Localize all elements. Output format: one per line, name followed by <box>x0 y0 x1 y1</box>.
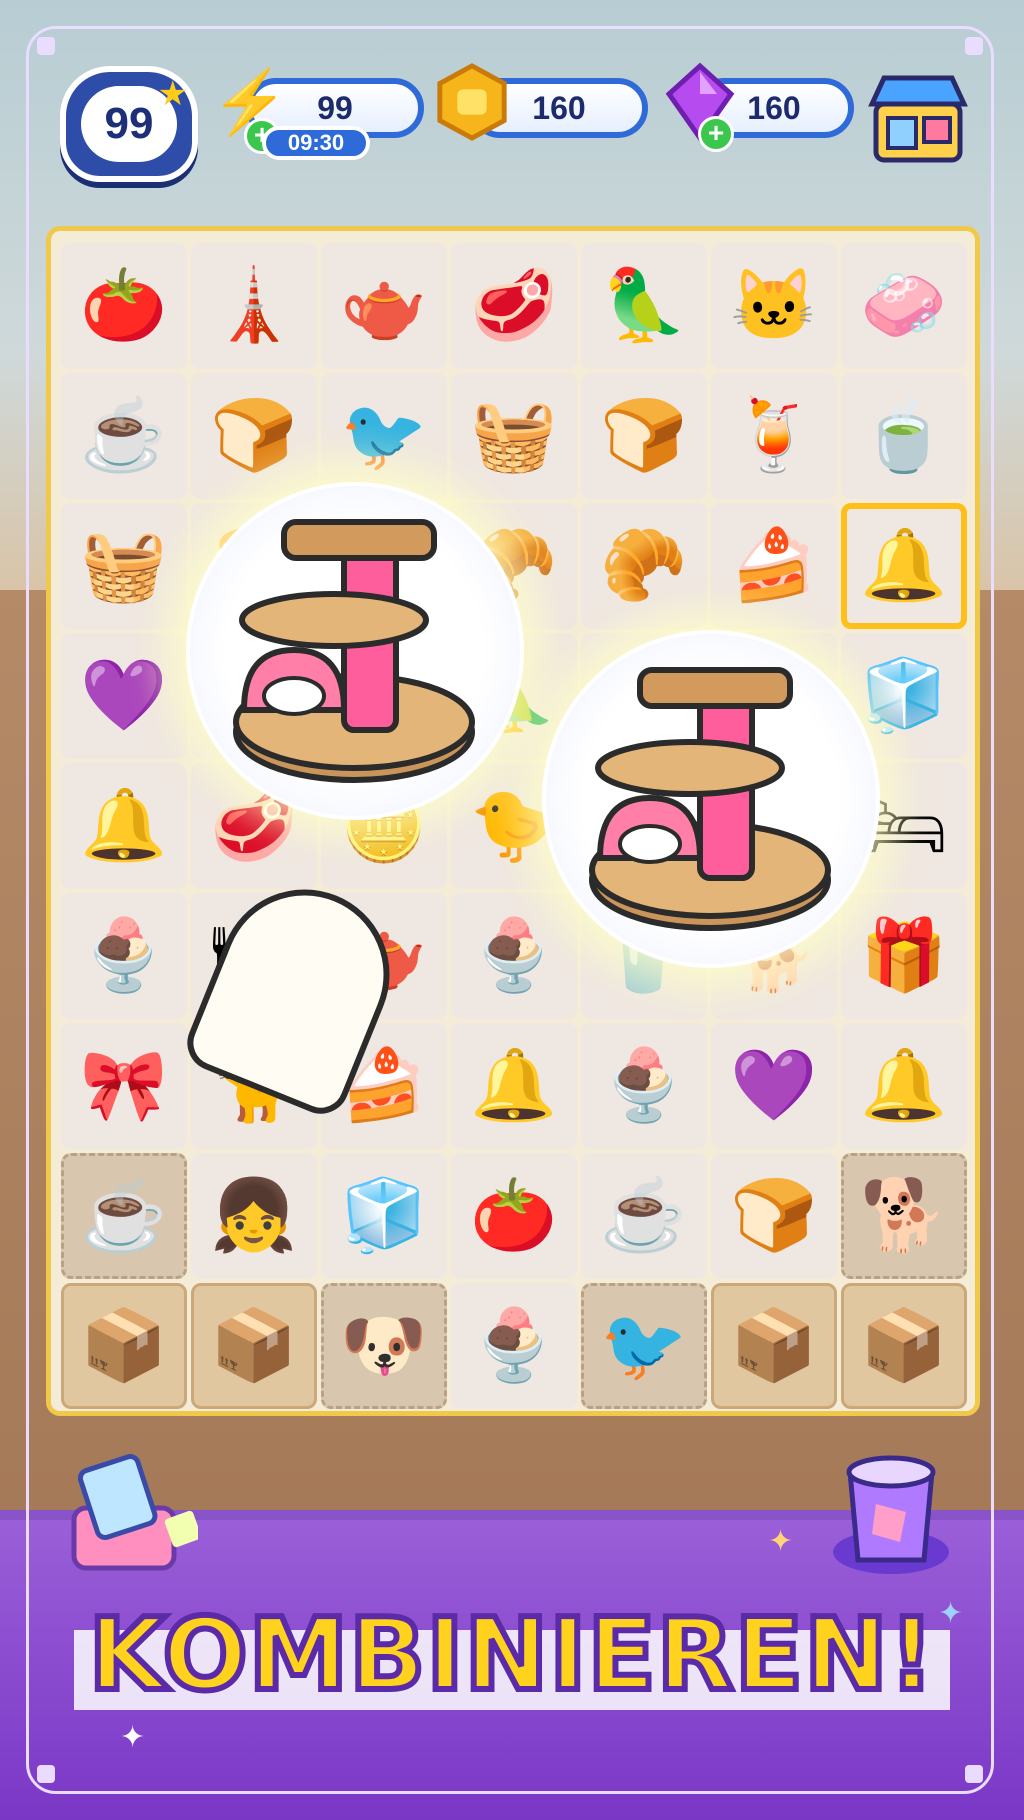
bun-icon: 🍞 <box>600 396 688 474</box>
board-cell-meat-fridge[interactable]: 🧊 <box>321 1153 447 1279</box>
card-box-button[interactable] <box>58 1454 202 1574</box>
coin-icon <box>432 62 512 142</box>
coffee-cup-icon: ☕ <box>80 396 168 474</box>
bear-parfait-icon: 🍨 <box>80 916 168 994</box>
pink-cat-bed-icon: 🎀 <box>80 1046 168 1124</box>
board-cell-locked-bird-cage[interactable]: 🐦 <box>581 1283 707 1409</box>
purple-gem-icon: 💜 <box>730 1046 818 1124</box>
board-cell-bun[interactable]: 🍞 <box>711 1153 837 1279</box>
sparkle-icon: ✦ <box>768 1525 794 1558</box>
board-cell-pink-cat[interactable]: 🐱 <box>711 243 837 369</box>
board-cell-box[interactable]: 📦 <box>61 1283 187 1409</box>
cat-bell-icon: 🔔 <box>860 526 948 604</box>
board-cell-tea-bag[interactable]: 🍵 <box>841 373 967 499</box>
coin-value: 160 <box>532 89 586 126</box>
shop-button[interactable] <box>866 64 970 168</box>
board-cell-lemon-drink[interactable]: 🍹 <box>711 373 837 499</box>
cat-bell-icon: 🔔 <box>860 1046 948 1124</box>
add-gem-button[interactable]: + <box>698 116 734 152</box>
box-icon: 📦 <box>80 1306 168 1384</box>
board-cell-steak[interactable]: 🥩 <box>451 243 577 369</box>
board-cell-cat-bell[interactable]: 🔔 <box>841 1023 967 1149</box>
board-cell-locked-shiba[interactable]: 🐕 <box>841 1153 967 1279</box>
board-cell-bear-parfait[interactable]: 🍨 <box>581 1023 707 1149</box>
locked-coffee-maker-icon: ☕ <box>80 1176 168 1254</box>
board-cell-coffee-cup[interactable]: ☕ <box>581 1153 707 1279</box>
trash-bin-icon <box>833 1455 949 1574</box>
board-cell-box[interactable]: 📦 <box>711 1283 837 1409</box>
board-cell-bun[interactable]: 🍞 <box>581 373 707 499</box>
bear-parfait-icon: 🍨 <box>470 1306 558 1384</box>
soap-icon: 🧼 <box>860 266 948 344</box>
box-icon: 📦 <box>730 1306 818 1384</box>
tomato-icon: 🍅 <box>80 266 168 344</box>
coffee-cup-icon: ☕ <box>600 1176 688 1254</box>
bear-parfait-icon: 🍨 <box>600 1046 688 1124</box>
board-cell-box[interactable]: 📦 <box>841 1283 967 1409</box>
board-cell-cat-bell[interactable]: 🔔 <box>841 503 967 629</box>
cat-tower-icon: 🗼 <box>210 266 298 344</box>
cockatoo-icon: 🦜 <box>600 266 688 344</box>
locked-bird-cage-icon: 🐦 <box>600 1306 688 1384</box>
board-cell-locked-shiba-pup[interactable]: 🐶 <box>321 1283 447 1409</box>
board-cell-pink-cat-bed[interactable]: 🎀 <box>61 1023 187 1149</box>
locked-shiba-pup-icon: 🐶 <box>340 1306 428 1384</box>
board-cell-locked-coffee-maker[interactable]: ☕ <box>61 1153 187 1279</box>
box-icon: 📦 <box>860 1306 948 1384</box>
board-cell-tomato[interactable]: 🍅 <box>451 1153 577 1279</box>
meat-fridge-icon: 🧊 <box>340 1176 428 1254</box>
player-level-badge[interactable]: 99 ★ <box>60 66 198 182</box>
merge-bubble-left <box>186 482 524 820</box>
tomato-icon: 🍅 <box>470 1176 558 1254</box>
locked-shiba-icon: 🐕 <box>860 1176 948 1254</box>
board-cell-bear-parfait[interactable]: 🍨 <box>61 893 187 1019</box>
energy-value: 99 <box>317 89 353 126</box>
board-cell-soap[interactable]: 🧼 <box>841 243 967 369</box>
board-cell-cat-bell[interactable]: 🔔 <box>61 763 187 889</box>
merge-bubble-right <box>542 630 880 968</box>
steak-icon: 🥩 <box>470 266 558 344</box>
board-cell-box[interactable]: 📦 <box>191 1283 317 1409</box>
cat-tower-icon <box>233 519 475 783</box>
box-icon: 📦 <box>210 1306 298 1384</box>
board-cell-purple-gem[interactable]: 💜 <box>711 1023 837 1149</box>
trash-bin-button[interactable] <box>828 1442 954 1578</box>
card-box-icon <box>71 1454 202 1571</box>
board-cell-blonde-girl[interactable]: 👧 <box>191 1153 317 1279</box>
pink-cat-icon: 🐱 <box>730 266 818 344</box>
title-banner: KOMBINIEREN! <box>74 1590 950 1720</box>
cat-tower-icon <box>589 667 831 931</box>
cat-bell-icon: 🔔 <box>80 786 168 864</box>
board-cell-cockatoo[interactable]: 🦜 <box>581 243 707 369</box>
top-hud: 99 ★ 99 ⚡ + 09:30 160 160 + <box>0 58 1024 188</box>
board-cell-cat-bell[interactable]: 🔔 <box>451 1023 577 1149</box>
board-cell-bear-parfait[interactable]: 🍨 <box>451 1283 577 1409</box>
energy-timer: 09:30 <box>262 126 370 160</box>
board-cell-tomato[interactable]: 🍅 <box>61 243 187 369</box>
sparkle-icon: ✦ <box>120 1721 146 1754</box>
board-cell-teapot[interactable]: 🫖 <box>321 243 447 369</box>
tea-bag-icon: 🍵 <box>860 396 948 474</box>
star-icon: ★ <box>157 75 188 113</box>
board-cell-coffee-cup[interactable]: ☕ <box>61 373 187 499</box>
gem-value: 160 <box>747 89 801 126</box>
teapot-icon: 🫖 <box>340 266 428 344</box>
board-cell-cat-tower[interactable]: 🗼 <box>191 243 317 369</box>
lemon-drink-icon: 🍹 <box>730 396 818 474</box>
shop-icon <box>868 75 968 163</box>
cat-bell-icon: 🔔 <box>470 1046 558 1124</box>
bun-icon: 🍞 <box>730 1176 818 1254</box>
blonde-girl-icon: 👧 <box>210 1176 298 1254</box>
banner-title: KOMBINIEREN! <box>86 1593 938 1716</box>
